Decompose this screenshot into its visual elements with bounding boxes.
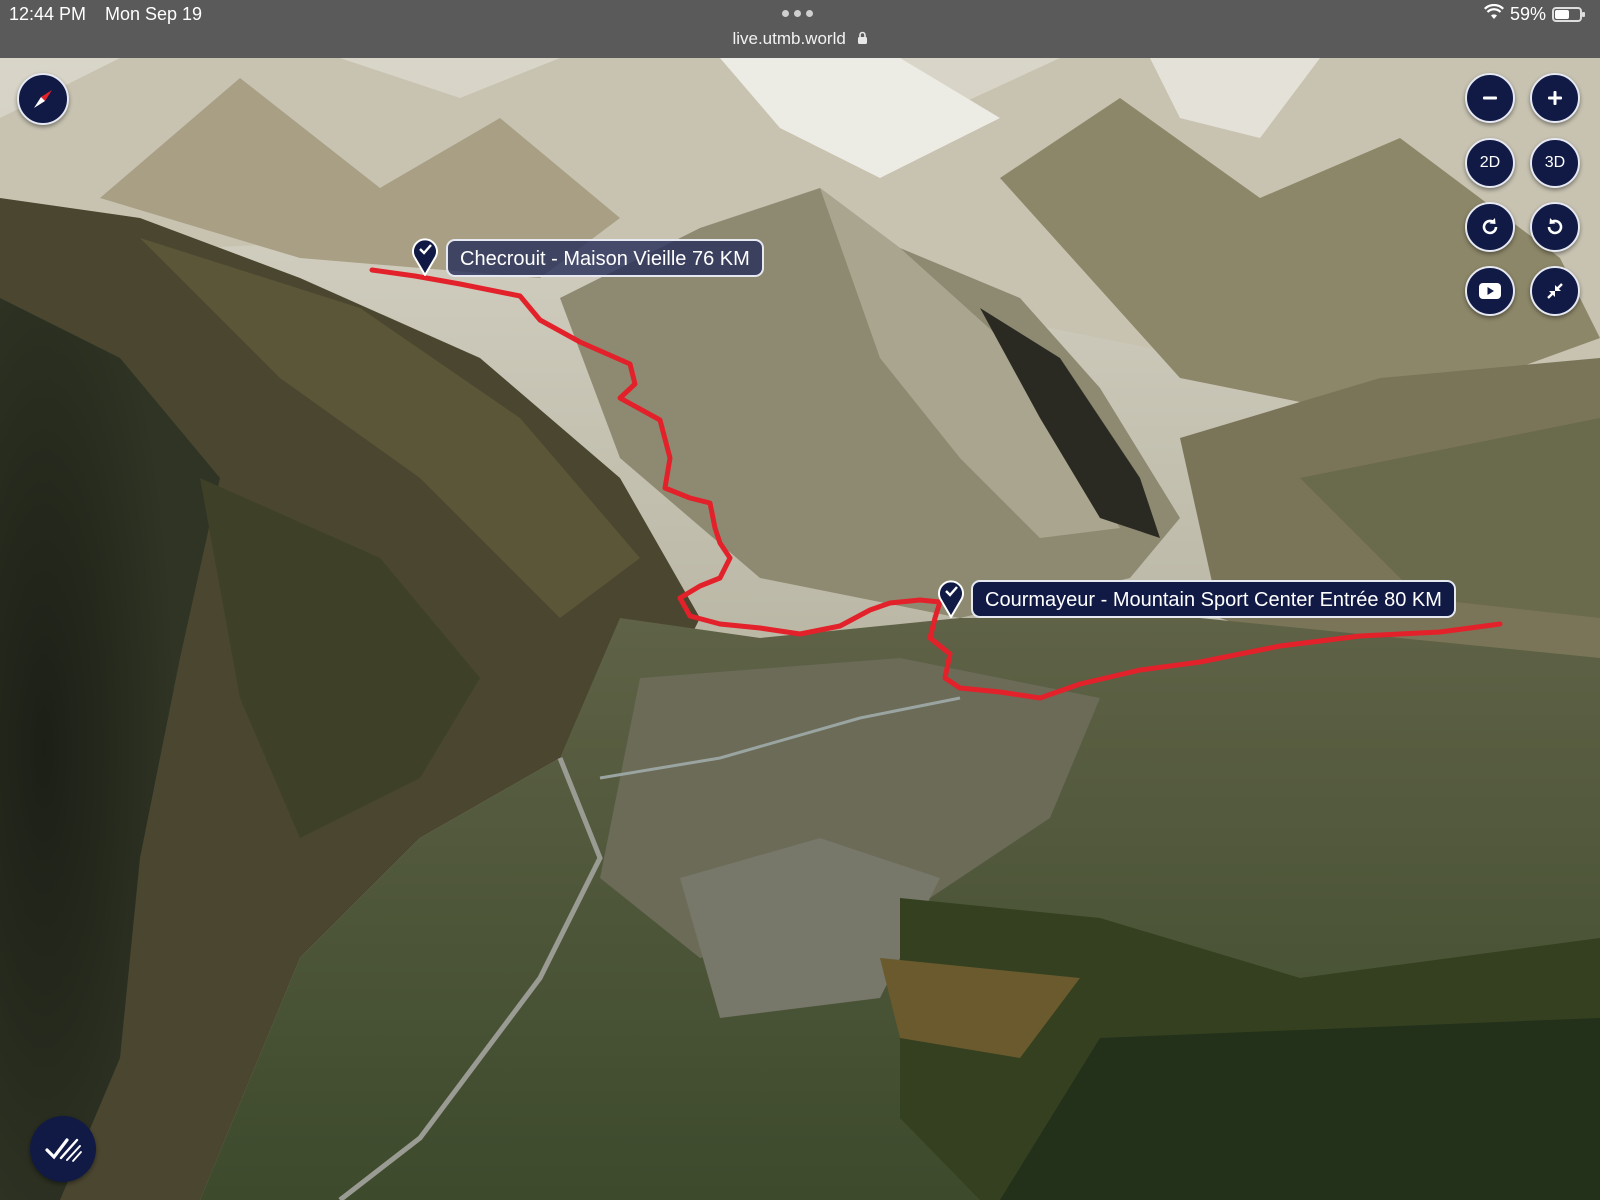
map-view[interactable]: Checrouit - Maison Vieille 76 KM Courmay… [0,58,1600,1200]
waypoint-label[interactable]: Courmayeur - Mountain Sport Center Entré… [971,580,1456,618]
rotate-clockwise-icon [1479,216,1501,238]
lock-icon [857,30,868,50]
minus-icon [1481,89,1499,107]
status-indicators: 59% [1483,3,1585,25]
video-button[interactable] [1465,266,1515,316]
battery-icon [1552,7,1585,22]
status-time: 12:44 PM [9,4,87,24]
wifi-icon [1483,3,1504,25]
battery-fill [1555,10,1569,19]
zoom-in-button[interactable] [1530,73,1580,123]
multitasking-dots-icon[interactable] [782,10,813,17]
compass-button[interactable] [17,73,69,125]
url-bar[interactable]: live.utmb.world [0,29,1600,50]
view-2d-button[interactable]: 2D [1465,138,1515,188]
url-text: live.utmb.world [732,29,846,48]
status-date: Mon Sep 19 [105,4,203,24]
tracking-check-icon [43,1134,83,1164]
waypoint-label[interactable]: Checrouit - Maison Vieille 76 KM [446,239,764,277]
tracking-button[interactable] [30,1116,96,1182]
collapse-button[interactable] [1530,266,1580,316]
checkpoint-pin-icon[interactable] [411,236,439,281]
video-play-icon [1478,282,1502,300]
zoom-out-button[interactable] [1465,73,1515,123]
view-3d-button[interactable]: 3D [1530,138,1580,188]
battery-percent: 59% [1509,4,1546,24]
checkpoint-pin-icon[interactable] [937,578,965,623]
rotate-counterclockwise-icon [1544,216,1566,238]
rotate-counterclockwise-button[interactable] [1530,202,1580,252]
rotate-clockwise-button[interactable] [1465,202,1515,252]
collapse-icon [1545,281,1565,301]
status-bar: 12:44 PM Mon Sep 19 live.utmb.world 59% [0,0,1600,58]
terrain-3d-map[interactable] [0,58,1600,1200]
compass-icon [28,84,58,114]
plus-icon [1546,89,1564,107]
